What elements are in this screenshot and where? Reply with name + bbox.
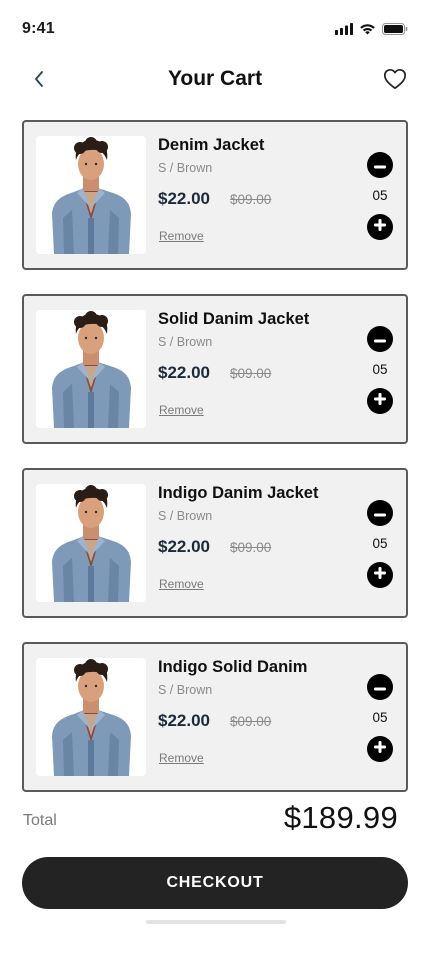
product-image xyxy=(36,658,146,776)
page-title: Your Cart xyxy=(167,67,263,90)
remove-button[interactable]: Remove xyxy=(159,403,204,417)
quantity-value: 05 xyxy=(372,710,388,725)
checkout-button[interactable]: CHECKOUT xyxy=(22,857,408,909)
total-label: Total xyxy=(23,812,57,829)
product-old-price: $09.00 xyxy=(230,192,272,207)
minus-icon xyxy=(374,330,386,348)
product-price: $22.00 xyxy=(158,363,210,382)
cart-item: Indigo Solid Danim S / Brown $22.00 $09.… xyxy=(22,642,408,792)
minus-icon xyxy=(374,156,386,174)
heart-outline-icon xyxy=(383,68,407,95)
wifi-icon xyxy=(359,22,376,40)
product-image xyxy=(36,310,146,428)
decrease-quantity-button[interactable] xyxy=(367,326,393,352)
product-variant: S / Brown xyxy=(158,161,213,175)
status-time: 9:41 xyxy=(22,20,55,37)
minus-icon xyxy=(374,678,386,696)
jacket-model-photo xyxy=(36,484,146,602)
product-name: Denim Jacket xyxy=(158,136,265,154)
product-image xyxy=(36,136,146,254)
decrease-quantity-button[interactable] xyxy=(367,500,393,526)
plus-icon xyxy=(374,218,386,236)
product-variant: S / Brown xyxy=(158,509,213,523)
cart-item: Denim Jacket S / Brown $22.00 $09.00 Rem… xyxy=(22,120,408,270)
status-bar: 9:41 xyxy=(0,0,430,60)
plus-icon xyxy=(374,392,386,410)
home-indicator xyxy=(146,920,286,924)
jacket-model-photo xyxy=(36,136,146,254)
remove-button[interactable]: Remove xyxy=(159,577,204,591)
minus-icon xyxy=(374,504,386,522)
battery-icon xyxy=(382,22,408,40)
product-old-price: $09.00 xyxy=(230,714,272,729)
cart-item: Solid Danim Jacket S / Brown $22.00 $09.… xyxy=(22,294,408,444)
increase-quantity-button[interactable] xyxy=(367,562,393,588)
decrease-quantity-button[interactable] xyxy=(367,152,393,178)
product-variant: S / Brown xyxy=(158,335,213,349)
product-price: $22.00 xyxy=(158,189,210,208)
product-image xyxy=(36,484,146,602)
increase-quantity-button[interactable] xyxy=(367,214,393,240)
product-price: $22.00 xyxy=(158,537,210,556)
jacket-model-photo xyxy=(36,310,146,428)
favorite-button[interactable] xyxy=(380,66,410,96)
signal-icon xyxy=(335,22,353,40)
cart-list: Denim Jacket S / Brown $22.00 $09.00 Rem… xyxy=(22,120,408,816)
quantity-value: 05 xyxy=(372,188,388,203)
product-old-price: $09.00 xyxy=(230,540,272,555)
status-icons xyxy=(335,22,408,40)
increase-quantity-button[interactable] xyxy=(367,388,393,414)
increase-quantity-button[interactable] xyxy=(367,736,393,762)
remove-button[interactable]: Remove xyxy=(159,229,204,243)
quantity-value: 05 xyxy=(372,362,388,377)
product-name: Indigo Danim Jacket xyxy=(158,484,319,502)
decrease-quantity-button[interactable] xyxy=(367,674,393,700)
jacket-model-photo xyxy=(36,658,146,776)
product-name: Indigo Solid Danim xyxy=(158,658,308,676)
product-name: Solid Danim Jacket xyxy=(158,310,310,328)
remove-button[interactable]: Remove xyxy=(159,751,204,765)
cart-item: Indigo Danim Jacket S / Brown $22.00 $09… xyxy=(22,468,408,618)
plus-icon xyxy=(374,740,386,758)
product-old-price: $09.00 xyxy=(230,366,272,381)
plus-icon xyxy=(374,566,386,584)
product-variant: S / Brown xyxy=(158,683,213,697)
total-value: $189.99 xyxy=(283,800,398,835)
header: Your Cart xyxy=(0,58,430,102)
quantity-value: 05 xyxy=(372,536,388,551)
product-price: $22.00 xyxy=(158,711,210,730)
